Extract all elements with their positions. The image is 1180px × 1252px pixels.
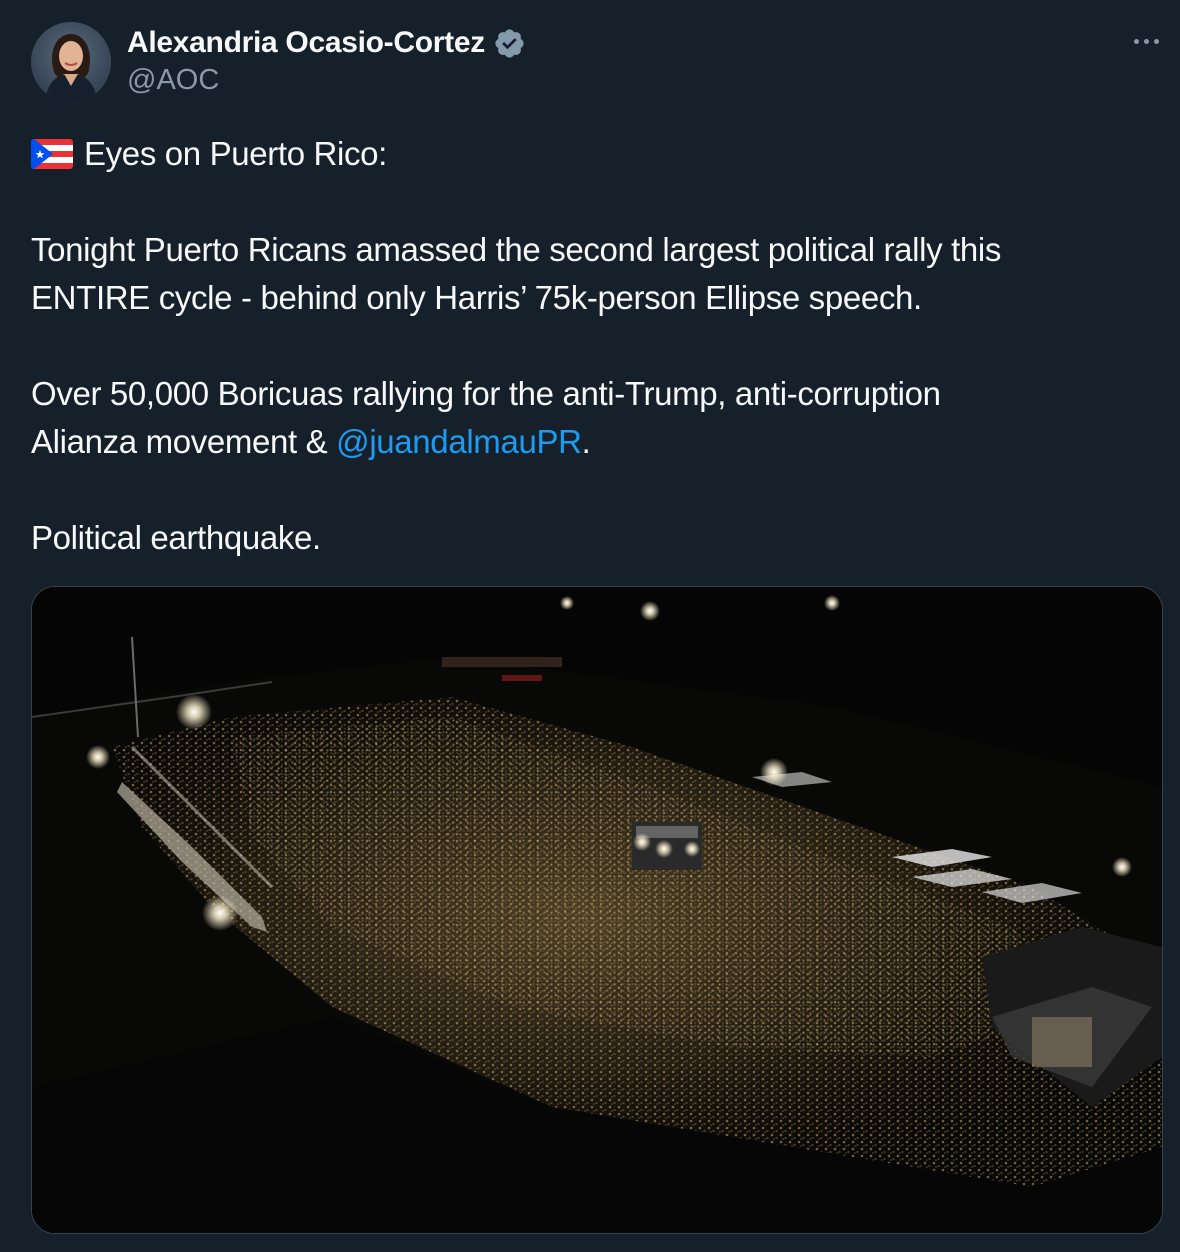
more-options-button[interactable] [1126,28,1166,54]
tweet-text-line-2: Tonight Puerto Ricans amassed the second… [31,231,1002,268]
more-options-icon [1133,38,1139,44]
more-options-icon [1143,38,1149,44]
author-name-row: Alexandria Ocasio-Cortez [127,24,526,62]
media-photo[interactable] [31,586,1163,1234]
profile-photo-icon [31,22,111,102]
mention-link[interactable]: @juandalmauPR [336,423,582,460]
puerto-rico-flag-icon [31,139,73,169]
tweet-text-line-3: ENTIRE cycle - behind only Harris’ 75k-p… [31,279,922,316]
tweet-text-line-4: Over 50,000 Boricuas rallying for the an… [31,375,941,412]
author-display-name[interactable]: Alexandria Ocasio-Cortez [127,26,485,60]
verified-badge-icon[interactable] [493,27,526,60]
tweet-text-segment: . [581,423,591,460]
rally-crowd-photo [32,587,1162,1233]
tweet-text-line-1: Eyes on Puerto Rico: [31,130,387,178]
author-avatar[interactable] [31,22,111,102]
tweet-text-line-6: Political earthquake. [31,519,321,556]
tweet-text-line-5: Alianza movement & @juandalmauPR. [31,418,591,466]
more-options-icon [1153,38,1159,44]
tweet-text-segment: Alianza movement & [31,423,337,460]
tweet-card: Alexandria Ocasio-Cortez @AOC Eyes on Pu… [0,0,1180,1252]
tweet-text-intro: Eyes on Puerto Rico: [84,135,387,172]
author-handle[interactable]: @AOC [127,64,219,97]
